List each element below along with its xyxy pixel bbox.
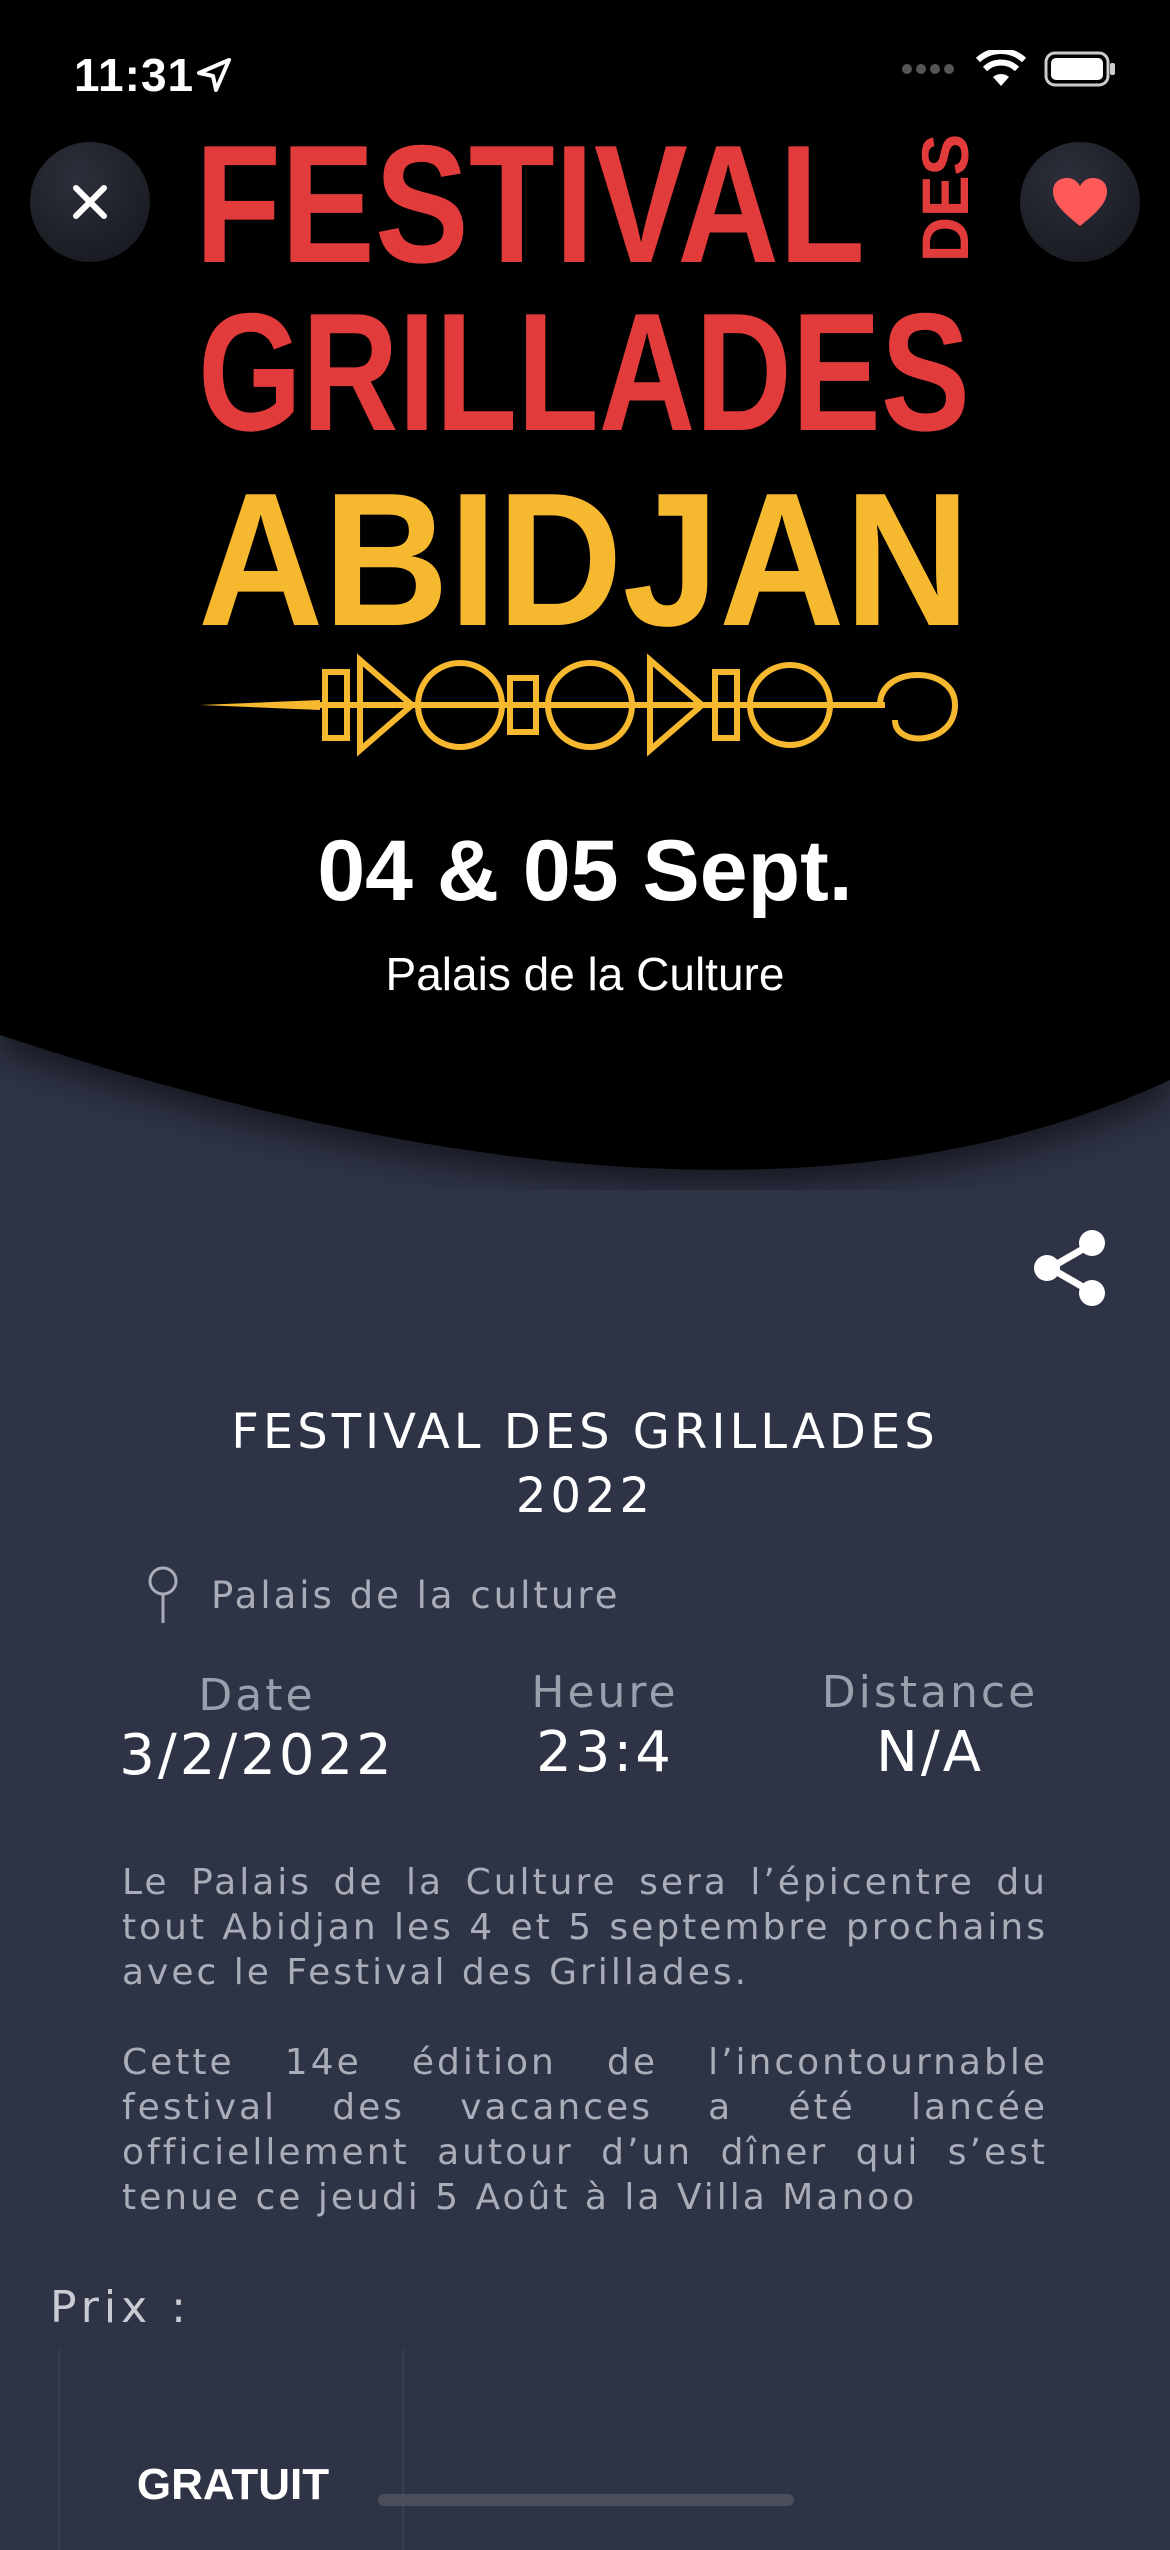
- location-arrow-icon: [197, 58, 231, 92]
- poster-grillades: GRILLADES: [198, 278, 970, 466]
- battery-icon: [1044, 51, 1115, 87]
- location-label: Palais de la culture: [211, 1573, 621, 1617]
- signal-icon: [902, 64, 954, 74]
- status-time: 11:31: [74, 49, 195, 101]
- close-button[interactable]: [30, 142, 150, 262]
- poster-venue: Palais de la Culture: [386, 948, 785, 1000]
- event-poster: FESTIVAL DES GRILLADES ABIDJAN 04 & 05 S…: [0, 0, 1170, 1190]
- description-paragraph-2: Cette 14e édition de l’incontournable fe…: [122, 2042, 1048, 2218]
- map-pin-icon: [148, 1566, 178, 1623]
- stat-distance-value: N/A: [875, 1720, 985, 1785]
- poster-dates: 04 & 05 Sept.: [317, 823, 852, 919]
- stat-time-value: 23:4: [536, 1720, 674, 1785]
- event-title: FESTIVAL DES GRILLADES 2022: [231, 1404, 939, 1524]
- stat-distance: Distance N/A: [800, 1667, 1060, 1785]
- price-card[interactable]: GRATUIT: [58, 2350, 404, 2550]
- event-description[interactable]: Le Palais de la Culture sera l’épicentre…: [122, 1860, 1048, 2220]
- stat-date: Date 3/2/2022: [112, 1670, 402, 1788]
- stat-time: Heure 23:4: [490, 1667, 720, 1785]
- poster-des: DES: [908, 134, 982, 262]
- stat-date-label: Date: [198, 1670, 316, 1721]
- heart-icon: [1053, 178, 1107, 226]
- stat-time-label: Heure: [531, 1667, 679, 1718]
- poster-abidjan: ABIDJAN: [198, 454, 970, 666]
- home-indicator[interactable]: [378, 2494, 794, 2506]
- price-label: Prix :: [50, 2282, 191, 2333]
- close-icon: [73, 185, 107, 219]
- price-value: GRATUIT: [136, 2460, 330, 2509]
- stat-distance-label: Distance: [821, 1667, 1039, 1718]
- event-location[interactable]: Palais de la culture: [145, 1565, 621, 1625]
- stat-date-value: 3/2/2022: [119, 1723, 395, 1788]
- poster-festival: FESTIVAL: [195, 110, 865, 298]
- favorite-button[interactable]: [1020, 142, 1140, 262]
- share-icon[interactable]: [1030, 1228, 1110, 1308]
- status-icons: [902, 50, 1116, 88]
- description-paragraph-1: Le Palais de la Culture sera l’épicentre…: [122, 1862, 1048, 1993]
- wifi-icon: [976, 50, 1026, 86]
